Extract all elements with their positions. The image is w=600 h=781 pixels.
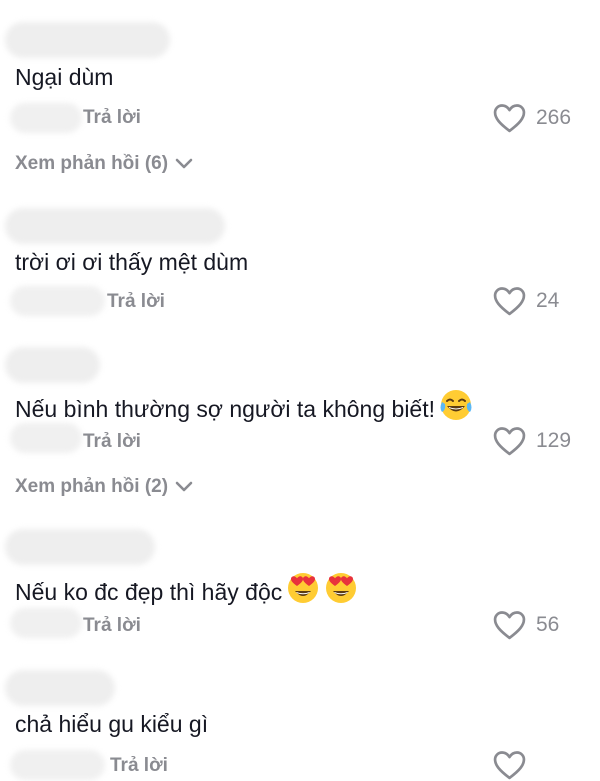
timestamp-blurred xyxy=(10,750,105,780)
like-count: 56 xyxy=(536,613,560,636)
view-replies-button[interactable]: Xem phản hồi (2) xyxy=(15,474,194,500)
heart-outline-icon[interactable] xyxy=(493,103,526,133)
heart-outline-icon[interactable] xyxy=(493,426,526,456)
comment-item: Nếu ko đc đẹp thì hãy độc Trả lời 56 xyxy=(0,515,600,655)
reply-button[interactable]: Trả lời xyxy=(83,429,141,455)
like-group: 24 xyxy=(493,284,559,318)
like-group xyxy=(493,748,536,781)
comment-item: chả hiểu gu kiểu gì Trả lời xyxy=(0,660,600,781)
comment-text-body: Nếu ko đc đẹp thì hãy độc xyxy=(15,579,283,605)
face-with-tears-of-joy-icon xyxy=(440,390,472,420)
comment-item: Nếu bình thường sợ người ta không biết! … xyxy=(0,335,600,510)
chevron-down-icon xyxy=(175,481,193,492)
comment-text: Nếu bình thường sợ người ta không biết! xyxy=(15,388,473,424)
username-blurred[interactable] xyxy=(5,208,225,244)
timestamp-blurred xyxy=(10,286,105,316)
reply-button[interactable]: Trả lời xyxy=(83,613,141,639)
username-blurred[interactable] xyxy=(5,670,115,706)
username-blurred[interactable] xyxy=(5,347,100,383)
heart-eyes-icon xyxy=(288,573,319,603)
username-blurred[interactable] xyxy=(5,22,170,58)
comment-text: Nếu ko đc đẹp thì hãy độc xyxy=(15,571,358,607)
like-count: 129 xyxy=(536,429,572,452)
like-count: 266 xyxy=(536,106,572,129)
timestamp-blurred xyxy=(10,423,82,453)
username-blurred[interactable] xyxy=(5,529,155,565)
comment-text-body: Nếu bình thường sợ người ta không biết! xyxy=(15,396,436,422)
reply-button[interactable]: Trả lời xyxy=(110,753,168,779)
reply-button[interactable]: Trả lời xyxy=(83,105,141,131)
view-replies-label: Xem phản hồi (2) xyxy=(15,476,169,497)
like-group: 129 xyxy=(493,424,571,458)
timestamp-blurred xyxy=(10,103,82,133)
heart-outline-icon[interactable] xyxy=(493,286,526,316)
comment-text: trời ơi ơi thấy mệt dùm xyxy=(15,249,249,275)
heart-outline-icon[interactable] xyxy=(493,610,526,640)
chevron-down-icon xyxy=(175,158,193,169)
reply-button[interactable]: Trả lời xyxy=(107,289,165,315)
heart-eyes-icon xyxy=(326,573,357,603)
like-count: 24 xyxy=(536,289,560,312)
view-replies-button[interactable]: Xem phản hồi (6) xyxy=(15,151,194,177)
comment-item: Ngại dùm Trả lời 266 Xem phản hồi (6) xyxy=(0,0,600,185)
timestamp-blurred xyxy=(10,608,82,638)
comment-item: trời ơi ơi thấy mệt dùm Trả lời 24 xyxy=(0,190,600,330)
comment-text: chả hiểu gu kiểu gì xyxy=(15,711,209,737)
like-group: 266 xyxy=(493,101,571,135)
heart-outline-icon[interactable] xyxy=(493,750,526,780)
like-group: 56 xyxy=(493,608,559,642)
comment-text: Ngại dùm xyxy=(15,64,114,90)
view-replies-label: Xem phản hồi (6) xyxy=(15,153,169,174)
